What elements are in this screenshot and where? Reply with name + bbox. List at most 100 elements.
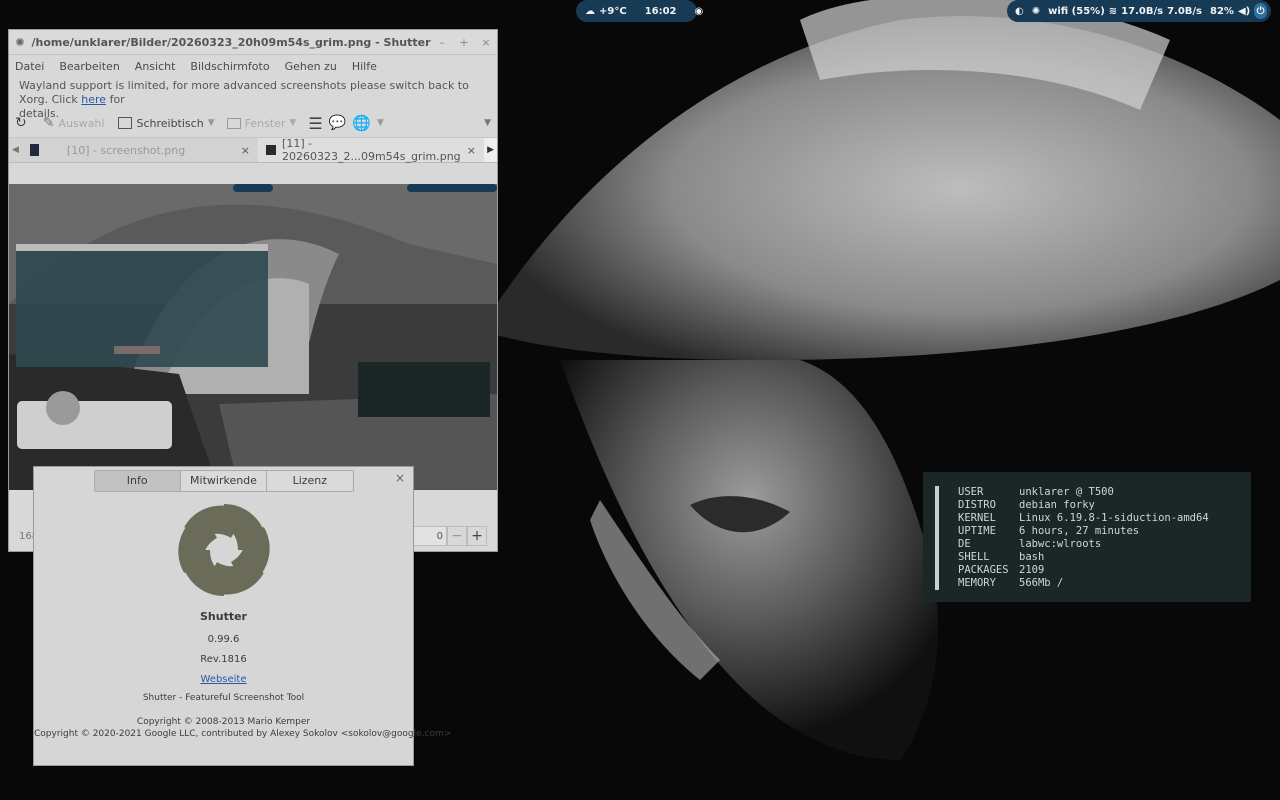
sysinfo-row: DISTRO debian forky	[958, 499, 1095, 511]
tab-label: [10] - screenshot.png	[66, 143, 186, 157]
cloud-icon: ☁	[585, 5, 595, 17]
maximize-button[interactable]: +	[453, 36, 475, 49]
sysinfo-value: unklarer @ T500	[1019, 486, 1114, 498]
shutter-tray-icon[interactable]: ✺	[1028, 6, 1044, 17]
notice-link[interactable]: here	[81, 93, 106, 106]
thumbnail-icon	[265, 145, 277, 155]
wayland-notice: Wayland support is limited, for more adv…	[9, 77, 497, 120]
sysinfo-row: DE labwc:wlroots	[958, 538, 1101, 550]
about-tabs: Info Mitwirkende Lizenz	[93, 470, 354, 492]
battery-level: 82%	[1210, 5, 1234, 17]
sysinfo-key: PACKAGES	[958, 564, 1009, 576]
panel-right: ◐ ✺ wifi (55%) ≋ 17.0B/s 7.0B/s 82% ◀) ⏻	[1007, 0, 1271, 22]
network-widget[interactable]: wifi (55%) ≋ 17.0B/s 7.0B/s	[1044, 6, 1206, 17]
menu-ansicht[interactable]: Ansicht	[135, 60, 176, 73]
clock[interactable]: 16:02	[636, 6, 686, 17]
window-icon	[226, 117, 241, 129]
sysinfo-key: MEMORY	[958, 577, 996, 589]
website-link[interactable]: Webseite	[200, 674, 246, 685]
zoom-value: 0	[436, 530, 443, 542]
tab-label: [11] - 20260323_2...09m54s_grim.png	[282, 137, 461, 163]
shutter-logo-icon: ✺	[15, 35, 25, 49]
menu-capture-icon[interactable]: ☰	[308, 114, 322, 133]
sysinfo-row: USER unklarer @ T500	[958, 486, 1114, 498]
sysinfo-row: SHELL bash	[958, 551, 1044, 563]
window-button[interactable]: Fenster ▼	[226, 116, 296, 130]
sysinfo-key: USER	[958, 486, 984, 498]
chevron-down-icon[interactable]: ▼	[377, 118, 384, 128]
sysinfo-value: Linux 6.19.8-1-siduction-amd64	[1019, 512, 1209, 524]
app-revision: Rev.1816	[200, 654, 247, 665]
selection-button[interactable]: ✎ Auswahl	[43, 115, 105, 131]
wifi-icon: ≋	[1108, 5, 1118, 17]
menu-hilfe[interactable]: Hilfe	[352, 60, 377, 73]
window-title: /home/unklarer/Bilder/20260323_20h09m54s…	[31, 35, 431, 49]
app-version: 0.99.6	[207, 634, 240, 645]
pencil-icon: ✎	[42, 115, 55, 131]
minimize-button[interactable]: –	[431, 36, 453, 49]
zoom-out-button[interactable]: −	[447, 526, 467, 546]
battery-widget[interactable]: 82% ◀)	[1206, 6, 1254, 17]
app-tagline: Shutter - Featureful Screenshot Tool	[142, 693, 305, 703]
sysinfo-value: 6 hours, 27 minutes	[1019, 525, 1140, 537]
refresh-icon[interactable]: ↻	[15, 115, 27, 131]
close-icon[interactable]: ×	[395, 471, 405, 485]
close-button[interactable]: ×	[475, 36, 497, 49]
close-tab-icon[interactable]: ×	[467, 144, 476, 157]
weather-widget[interactable]: ☁ +9°C	[576, 6, 636, 17]
tab-license[interactable]: Lizenz	[267, 471, 353, 491]
zoom-in-button[interactable]: +	[467, 526, 487, 546]
volume-icon: ◀)	[1237, 5, 1251, 17]
power-icon[interactable]: ⏻	[1254, 3, 1267, 19]
toolbar: ↻ ✎ Auswahl Schreibtisch ▼ Fenster ▼ ☰ 💬…	[9, 109, 497, 138]
sysinfo-row: PACKAGES 2109	[958, 564, 1044, 576]
tab-bar: ◀ [10] - screenshot.png × [11] - 2026032…	[9, 137, 497, 163]
screenshot-preview[interactable]	[9, 184, 497, 490]
sysinfo-row: KERNEL Linux 6.19.8-1-siduction-amd64	[958, 512, 1209, 524]
sysinfo-terminal: USER unklarer @ T500 DISTRO debian forky KER…	[923, 472, 1251, 602]
sysinfo-value: bash	[1019, 551, 1045, 563]
sysinfo-key: KERNEL	[958, 512, 996, 524]
window-label: Fenster	[244, 116, 286, 130]
sysinfo-key: DISTRO	[958, 499, 996, 511]
wifi-status: wifi (55%)	[1048, 5, 1105, 17]
monitor-icon	[118, 117, 133, 129]
menu-bearbeiten[interactable]: Bearbeiten	[59, 60, 119, 73]
screenshot-thumbnail-image	[9, 184, 497, 490]
sysinfo-value: debian forky	[1019, 499, 1095, 511]
notice-tail: for	[109, 93, 125, 106]
sysinfo-value: 2109	[1019, 564, 1045, 576]
desktop-label: Schreibtisch	[136, 116, 204, 130]
tab-credits[interactable]: Mitwirkende	[180, 471, 268, 491]
tooltip-capture-icon[interactable]: 💬	[329, 115, 346, 131]
tray-icon[interactable]: ◐	[1011, 6, 1028, 17]
upload-rate: 7.0B/s	[1167, 5, 1203, 17]
tab-screenshot-11[interactable]: [11] - 20260323_2...09m54s_grim.png ×	[257, 137, 484, 163]
eye-icon[interactable]: ◉	[686, 6, 713, 17]
sysinfo-value: labwc:wlroots	[1019, 538, 1102, 550]
close-tab-icon[interactable]: ×	[241, 144, 250, 157]
sysinfo-value: 566Mb /	[1019, 577, 1064, 589]
titlebar[interactable]: ✺ /home/unklarer/Bilder/20260323_20h09m5…	[9, 30, 497, 55]
sysinfo-row: UPTIME 6 hours, 27 minutes	[958, 525, 1139, 537]
menu-bildschirmfoto[interactable]: Bildschirmfoto	[190, 60, 269, 73]
menu-gehen-zu[interactable]: Gehen zu	[285, 60, 337, 73]
tab-info[interactable]: Info	[94, 471, 181, 491]
tab-scroll-right-icon[interactable]: ▶	[484, 138, 497, 162]
shutter-logo-icon	[177, 504, 270, 596]
sysinfo-key: UPTIME	[958, 525, 996, 537]
weather-temp: +9°C	[599, 5, 627, 17]
chevron-down-icon: ▼	[207, 118, 215, 128]
copyright-mario: Copyright © 2008-2013 Mario Kemper	[136, 717, 311, 727]
sysinfo-key: SHELL	[958, 551, 990, 563]
sysinfo-row: MEMORY 566Mb /	[958, 577, 1063, 589]
tab-screenshot-10[interactable]: [10] - screenshot.png ×	[22, 138, 258, 162]
copyright-google: Copyright © 2020-2021 Google LLC, contri…	[34, 729, 452, 739]
overflow-chevron-icon[interactable]: ▼	[484, 118, 491, 128]
tab-scroll-left-icon[interactable]: ◀	[9, 145, 22, 155]
selection-label: Auswahl	[58, 116, 105, 130]
menu-datei[interactable]: Datei	[15, 60, 44, 73]
app-name: Shutter	[200, 610, 247, 623]
web-capture-icon[interactable]: 🌐	[352, 114, 371, 132]
desktop-button[interactable]: Schreibtisch ▼	[118, 116, 215, 130]
